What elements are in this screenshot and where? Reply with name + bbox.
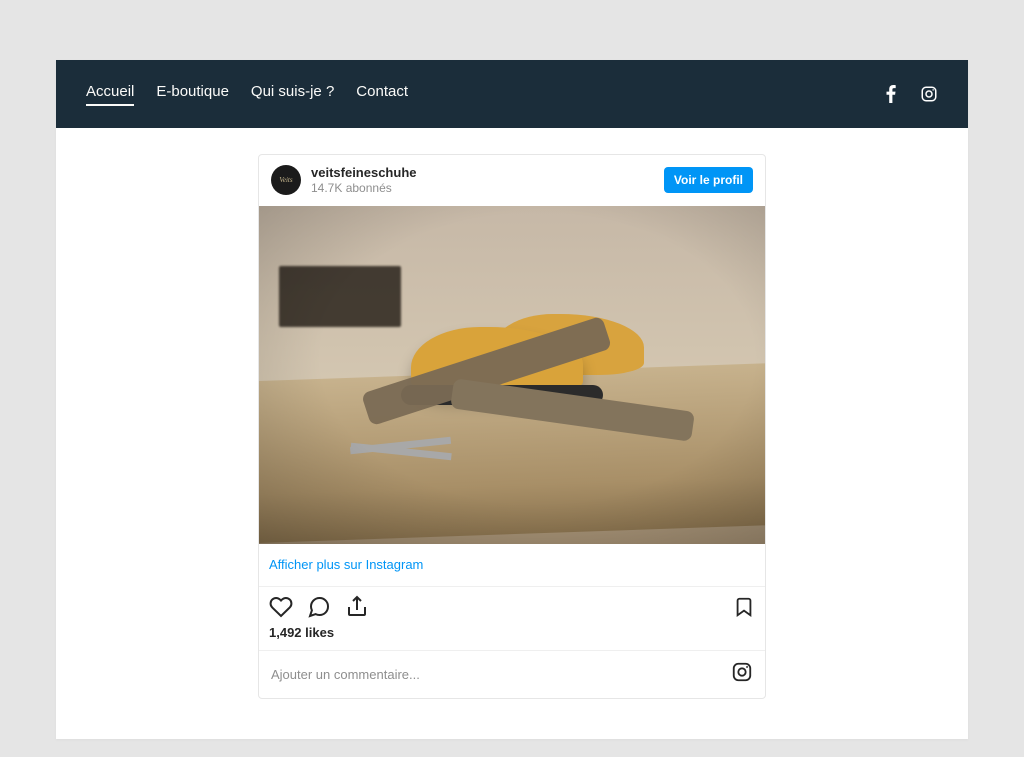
comment-input[interactable]: [271, 667, 731, 682]
instagram-embed-card: Veits veitsfeineschuhe 14.7K abonnés Voi…: [258, 154, 766, 699]
main-nav: Accueil E-boutique Qui suis-je ? Contact: [56, 60, 968, 128]
likes-count[interactable]: 1,492 likes: [259, 623, 765, 650]
username[interactable]: veitsfeineschuhe: [311, 165, 654, 181]
facebook-icon[interactable]: [886, 85, 896, 103]
show-more-link[interactable]: Afficher plus sur Instagram: [269, 557, 423, 572]
comment-row: [259, 650, 765, 698]
nav-right: [886, 85, 938, 103]
show-more-row: Afficher plus sur Instagram: [259, 544, 765, 586]
instagram-icon[interactable]: [731, 661, 753, 688]
actions-row: [259, 586, 765, 623]
nav-item-eboutique[interactable]: E-boutique: [156, 83, 229, 106]
nav-item-accueil[interactable]: Accueil: [86, 83, 134, 106]
heart-icon[interactable]: [269, 595, 293, 619]
embed-header-text: veitsfeineschuhe 14.7K abonnés: [311, 165, 654, 196]
page-container: Accueil E-boutique Qui suis-je ? Contact…: [56, 60, 968, 739]
nav-left: Accueil E-boutique Qui suis-je ? Contact: [86, 83, 408, 106]
avatar[interactable]: Veits: [271, 165, 301, 195]
followers-count: 14.7K abonnés: [311, 181, 654, 195]
nav-item-qui-suis-je[interactable]: Qui suis-je ?: [251, 83, 334, 106]
embed-header: Veits veitsfeineschuhe 14.7K abonnés Voi…: [259, 155, 765, 206]
speech-bubble-icon[interactable]: [307, 595, 331, 619]
share-icon[interactable]: [345, 595, 369, 619]
bookmark-icon[interactable]: [733, 596, 755, 618]
content-area: Veits veitsfeineschuhe 14.7K abonnés Voi…: [56, 128, 968, 739]
actions-left: [269, 595, 369, 619]
nav-item-contact[interactable]: Contact: [356, 83, 408, 106]
view-profile-button[interactable]: Voir le profil: [664, 167, 753, 193]
embed-image[interactable]: [259, 206, 765, 544]
instagram-icon[interactable]: [920, 85, 938, 103]
